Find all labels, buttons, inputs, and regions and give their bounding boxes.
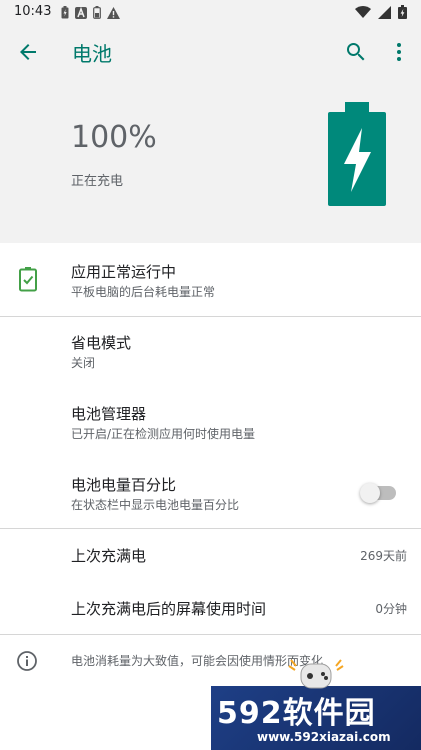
health-title: 应用正常运行中 <box>71 263 177 281</box>
divider <box>0 634 421 635</box>
battery-level: 100% <box>71 120 157 155</box>
battery-header: 100% 正在充电 <box>0 80 421 243</box>
status-bar: 10:43 <box>0 0 421 24</box>
arrow-back-icon[interactable] <box>16 40 40 64</box>
search-icon[interactable] <box>344 40 368 64</box>
battery-small-icon <box>93 6 101 19</box>
battery-saver-subtitle: 关闭 <box>71 356 96 370</box>
divider <box>0 316 421 317</box>
battery-icon <box>398 5 407 19</box>
warning-icon <box>107 6 120 19</box>
health-subtitle: 平板电脑的后台耗电量正常 <box>71 285 216 299</box>
app-bar: 电池 <box>0 24 421 80</box>
battery-charging-icon <box>328 102 386 206</box>
info-icon <box>17 651 37 671</box>
wifi-icon <box>355 6 371 18</box>
battery-percentage-subtitle: 在状态栏中显示电池电量百分比 <box>71 498 240 512</box>
battery-percentage-toggle[interactable] <box>360 483 396 503</box>
a-badge-icon <box>75 6 87 19</box>
status-time: 10:43 <box>14 4 52 19</box>
screen-usage-title: 上次充满电后的屏幕使用时间 <box>71 600 267 618</box>
status-system-icons <box>355 5 407 19</box>
page-title: 电池 <box>72 42 112 66</box>
status-notification-icons <box>61 6 120 19</box>
last-full-charge-value: 269天前 <box>360 549 407 563</box>
battery-percentage-row[interactable] <box>0 462 421 528</box>
screen-usage-value: 0分钟 <box>375 602 407 616</box>
battery-percentage-title: 电池电量百分比 <box>71 476 177 494</box>
battery-saver-title: 省电模式 <box>71 334 132 352</box>
more-vert-icon[interactable] <box>387 40 411 64</box>
watermark-logo: 592软件园 www.592xiazai.com <box>211 659 421 750</box>
watermark-url: www.592xiazai.com <box>257 730 391 744</box>
charge-status: 正在充电 <box>71 174 124 189</box>
battery-saver-icon <box>61 6 69 19</box>
divider <box>0 528 421 529</box>
app-health-row[interactable] <box>0 244 421 316</box>
last-full-charge-title: 上次充满电 <box>71 547 147 565</box>
toggle-thumb <box>360 483 380 503</box>
battery-saver-row[interactable] <box>0 318 421 388</box>
battery-check-icon <box>19 267 37 292</box>
signal-icon <box>378 5 391 19</box>
gamepad-mascot-icon <box>288 659 344 689</box>
last-full-charge-row[interactable] <box>0 530 421 580</box>
watermark-brand: 592软件园 <box>217 696 376 731</box>
battery-manager-title: 电池管理器 <box>71 405 147 423</box>
battery-manager-subtitle: 已开启/正在检测应用何时使用电量 <box>71 427 256 441</box>
